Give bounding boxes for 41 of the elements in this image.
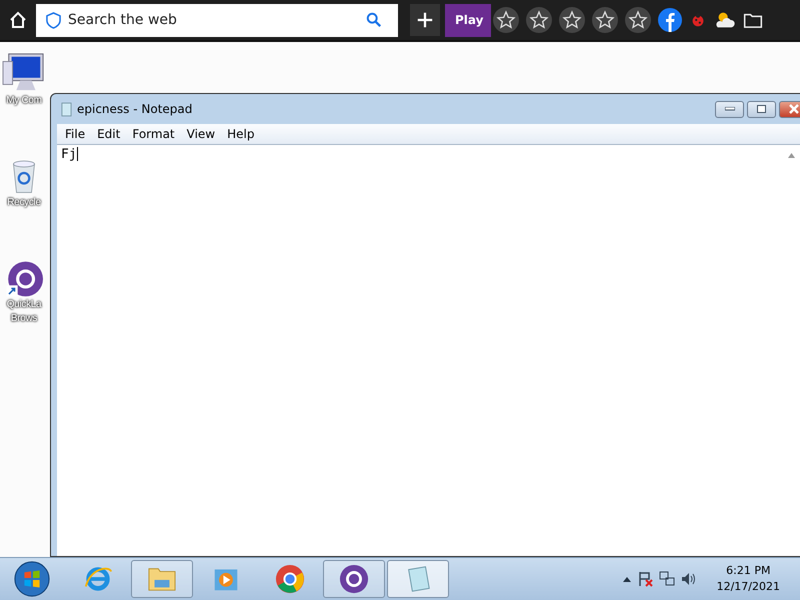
menu-item[interactable]: Edit — [91, 127, 126, 141]
quicklaunch-icon — [339, 564, 369, 594]
maximize-button[interactable] — [747, 100, 776, 118]
plus-icon — [416, 11, 434, 29]
desktop-icon-label[interactable]: Brows — [10, 312, 38, 326]
menu-item[interactable]: File — [59, 127, 92, 141]
close-button[interactable] — [779, 100, 800, 118]
network-icon[interactable] — [658, 571, 675, 587]
home-icon[interactable] — [8, 10, 28, 30]
minimize-icon — [724, 107, 734, 111]
scroll-up-icon[interactable] — [788, 153, 795, 158]
search-bar[interactable]: Search the web — [36, 4, 398, 36]
start-button[interactable] — [13, 560, 51, 598]
notepad-icon — [61, 102, 72, 116]
close-icon — [789, 104, 799, 114]
chrome-icon — [275, 564, 305, 594]
search-icon[interactable] — [366, 12, 382, 28]
quicklaunch-icon[interactable] — [5, 260, 43, 298]
play-button[interactable]: Play — [445, 4, 491, 36]
clock-time: 6:21 PM — [726, 563, 770, 579]
desktop-icon-label[interactable]: My Com — [6, 94, 42, 108]
facebook-icon[interactable] — [658, 8, 682, 32]
folder-icon[interactable] — [743, 12, 763, 28]
desktop-icon-label[interactable]: Recycle — [7, 196, 41, 210]
clock-date: 12/17/2021 — [716, 579, 780, 595]
document-text: Fj — [61, 147, 77, 162]
show-hidden-icons-icon[interactable] — [622, 576, 631, 582]
shield-icon — [46, 12, 61, 28]
maximize-icon — [757, 105, 766, 113]
minimize-button[interactable] — [715, 100, 744, 118]
menu-item[interactable]: View — [180, 127, 222, 141]
flag-icon[interactable] — [636, 571, 653, 587]
clock[interactable]: 6:21 PM 12/17/2021 — [716, 563, 780, 595]
menu-item[interactable]: Format — [126, 127, 181, 141]
text-editor[interactable]: Fj — [57, 145, 800, 556]
desktop-icon-label[interactable]: QuickLa — [6, 298, 42, 312]
speaker-icon[interactable] — [680, 571, 697, 587]
add-button[interactable] — [410, 4, 440, 36]
menu-item[interactable]: Help — [221, 127, 260, 141]
window-title: epicness - Notepad — [77, 102, 192, 116]
taskbar-button[interactable] — [323, 560, 385, 598]
